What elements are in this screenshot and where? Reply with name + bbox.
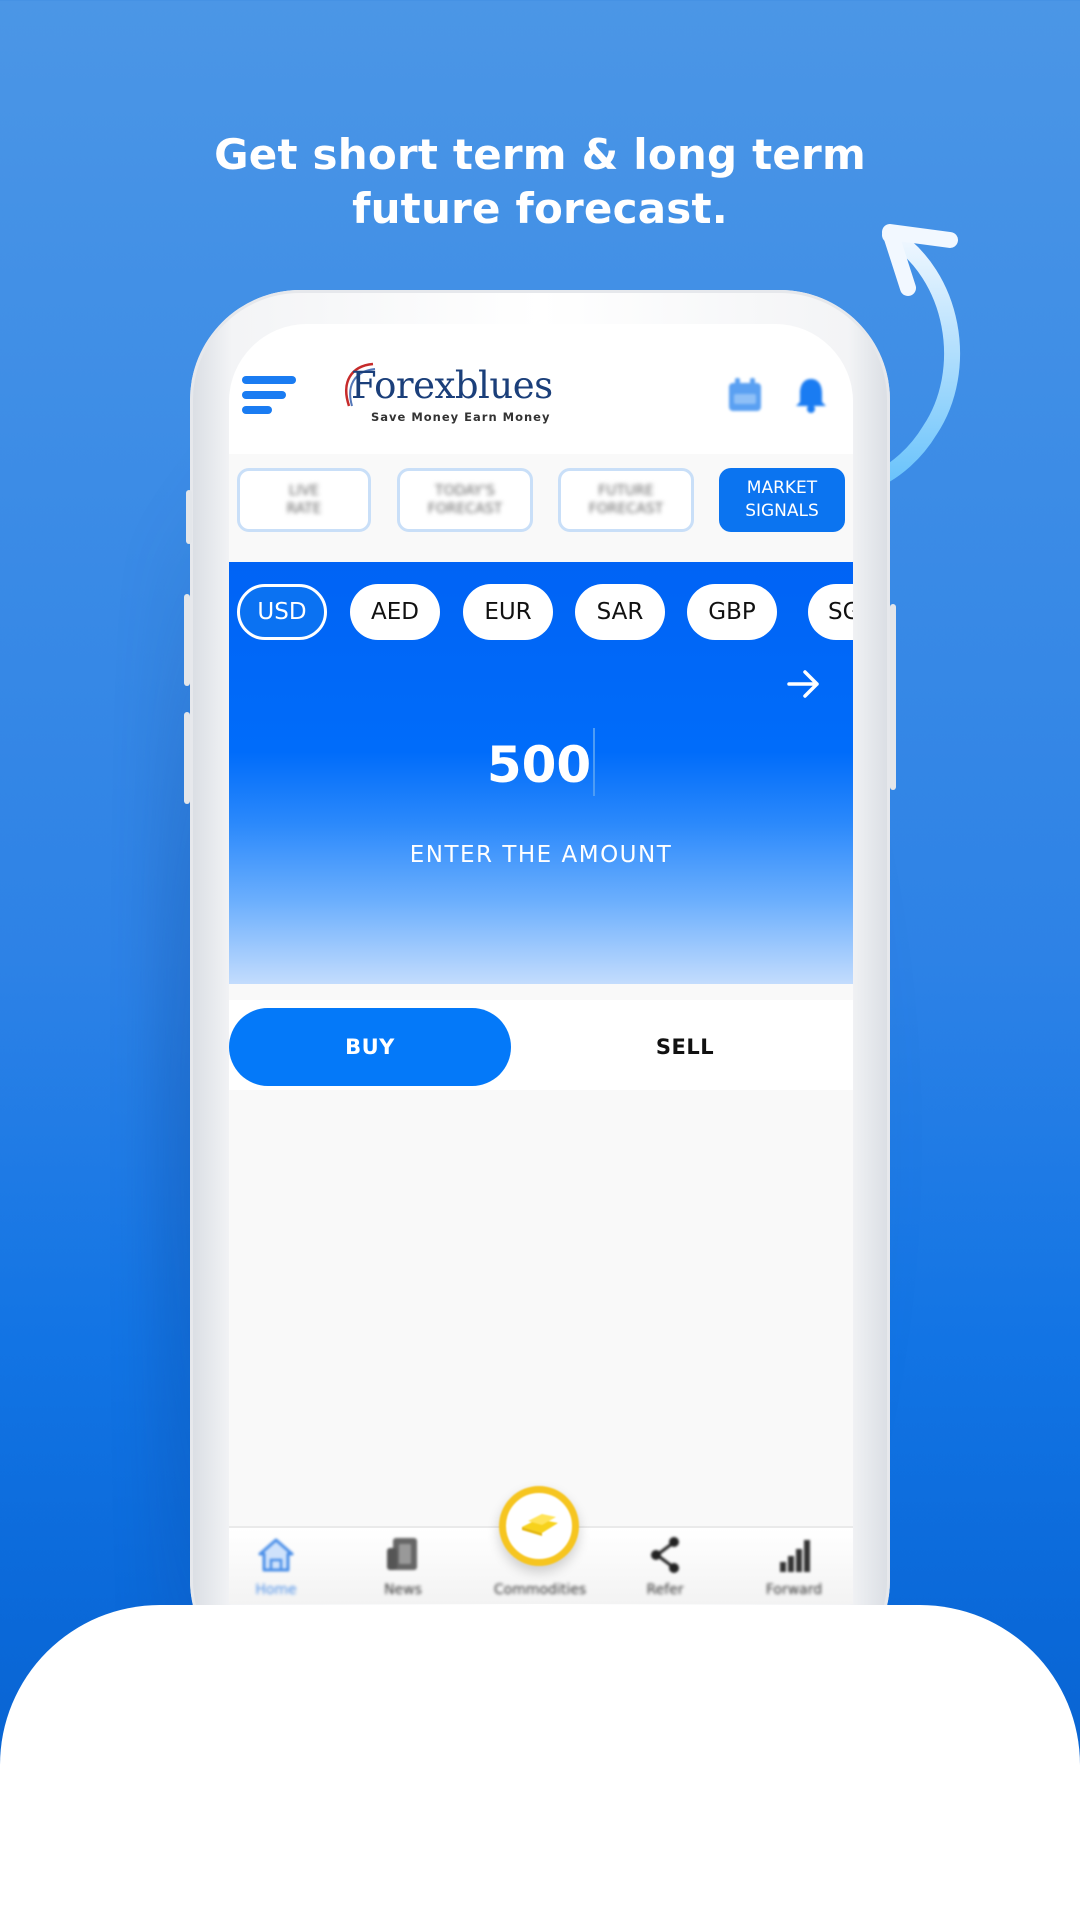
amount-input[interactable]: 500 [229, 728, 853, 796]
trade-toggle: BUY SELL [229, 1000, 853, 1090]
nav-label: Forward [765, 1582, 823, 1598]
tab-todays-forecast[interactable]: TODAY'S FORECAST [397, 468, 533, 532]
bell-icon[interactable] [792, 376, 830, 414]
app-screen: Forexblues Save Money Earn Money LIVE RA… [229, 324, 853, 1604]
currency-selector: USD AED EUR SAR GBP SG [237, 584, 853, 640]
text-caret [593, 728, 596, 796]
amount-panel: USD AED EUR SAR GBP SG 500 ENTER THE AMO… [229, 562, 853, 984]
tab-label: FUTURE FORECAST [588, 483, 664, 517]
app-logo: Forexblues Save Money Earn Money [337, 362, 553, 424]
logo-brand: Forexblues [351, 364, 553, 407]
bottom-sheet [0, 1605, 1080, 1920]
nav-item-home[interactable]: Home [229, 1536, 331, 1604]
tab-market-signals[interactable]: MARKET SIGNALS [719, 468, 845, 532]
nav-label: Commodities [493, 1582, 587, 1598]
phone-side-button [184, 712, 190, 804]
currency-chip-usd[interactable]: USD [237, 584, 327, 640]
home-icon [258, 1538, 294, 1572]
commodities-fab-button[interactable] [499, 1486, 579, 1566]
currency-chip-gbp[interactable]: GBP [687, 584, 777, 640]
amount-value: 500 [486, 736, 592, 794]
news-icon [387, 1538, 417, 1570]
tab-future-forecast[interactable]: FUTURE FORECAST [558, 468, 694, 532]
menu-icon[interactable] [242, 376, 296, 418]
bar-chart-icon [780, 1540, 810, 1572]
nav-label: Refer [646, 1582, 684, 1598]
amount-label: ENTER THE AMOUNT [409, 842, 673, 868]
currency-chip-eur[interactable]: EUR [463, 584, 553, 640]
tab-label: TODAY'S FORECAST [427, 483, 503, 517]
sell-button[interactable]: SELL [555, 1008, 815, 1086]
currency-chip-sgd[interactable]: SG [808, 584, 853, 640]
currency-chip-aed[interactable]: AED [350, 584, 440, 640]
nav-item-forward[interactable]: Forward [739, 1536, 849, 1604]
nav-item-news[interactable]: News [348, 1536, 458, 1604]
nav-label: News [384, 1582, 422, 1598]
arrow-right-icon[interactable] [786, 666, 822, 702]
app-header: Forexblues Save Money Earn Money [229, 324, 853, 454]
phone-side-button [890, 604, 896, 790]
nav-label: Home [255, 1582, 297, 1598]
logo-tagline: Save Money Earn Money [371, 410, 551, 424]
buy-button[interactable]: BUY [229, 1008, 511, 1086]
currency-chip-sar[interactable]: SAR [575, 584, 665, 640]
tab-label: MARKET SIGNALS [745, 478, 819, 521]
tab-label: LIVE RATE [286, 483, 322, 517]
share-icon [651, 1537, 679, 1573]
phone-side-button [186, 490, 192, 544]
forecast-tabs: LIVE RATE TODAY'S FORECAST FUTURE FORECA… [229, 468, 853, 534]
gold-bars-icon [522, 1514, 558, 1536]
nav-item-refer[interactable]: Refer [610, 1536, 720, 1604]
headline-line-1: Get short term & long term [214, 130, 866, 179]
calendar-icon[interactable] [726, 376, 764, 414]
phone-side-button [184, 594, 190, 686]
tab-live-rate[interactable]: LIVE RATE [237, 468, 371, 532]
